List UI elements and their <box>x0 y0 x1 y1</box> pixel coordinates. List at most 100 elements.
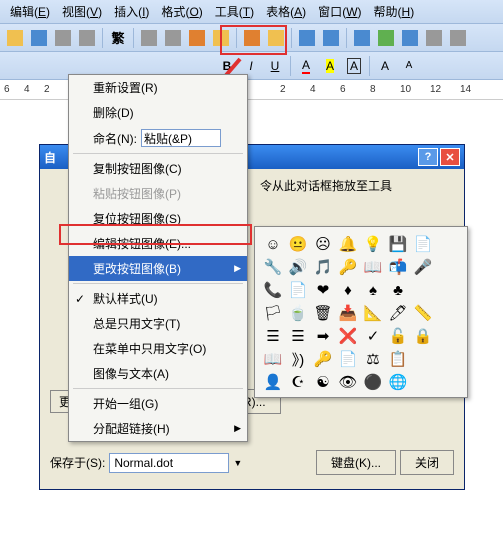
icon-option[interactable]: 🔔 <box>336 233 360 255</box>
icon-option[interactable]: 📋 <box>386 348 410 370</box>
icon-option[interactable]: ✓ <box>361 325 385 347</box>
cm-text-in-menu[interactable]: 在菜单中只用文字(O) <box>69 336 247 361</box>
icon-option[interactable]: 🗑 <box>311 302 335 324</box>
cm-default-style[interactable]: ✓默认样式(U) <box>69 286 247 311</box>
icon-option[interactable]: 🔒 <box>411 325 435 347</box>
cm-reset[interactable]: 重新设置(R) <box>69 75 247 100</box>
cm-image-text[interactable]: 图像与文本(A) <box>69 361 247 386</box>
save-in-input[interactable] <box>109 453 229 473</box>
icon-option[interactable] <box>411 371 435 393</box>
cm-assign-link[interactable]: 分配超链接(H) <box>69 416 247 441</box>
icon-option[interactable]: ☯ <box>311 371 335 393</box>
menu-help[interactable]: 帮助(H) <box>368 1 421 22</box>
icon-option[interactable]: ☰ <box>261 325 285 347</box>
icon-option[interactable]: 🏳 <box>261 302 285 324</box>
icon-option[interactable]: ♣ <box>386 279 410 301</box>
icon-option[interactable]: ☹ <box>311 233 335 255</box>
highlight-button[interactable]: A <box>319 55 341 77</box>
char-border-button[interactable]: A <box>343 55 365 77</box>
icon-option[interactable] <box>436 279 460 301</box>
icon-option[interactable]: 📥 <box>336 302 360 324</box>
icon-option[interactable]: 📖 <box>261 348 285 370</box>
dialog-help-button[interactable]: ? <box>418 148 438 166</box>
brush-button[interactable] <box>265 27 287 49</box>
print-button[interactable] <box>52 27 74 49</box>
paste-special-button[interactable] <box>241 27 263 49</box>
menu-format[interactable]: 格式(O) <box>155 1 208 22</box>
cm-change-icon[interactable]: 更改按钮图像(B) <box>69 256 247 281</box>
icon-option[interactable]: 🎤 <box>411 256 435 278</box>
cut-button[interactable] <box>138 27 160 49</box>
cm-text-only[interactable]: 总是只用文字(T) <box>69 311 247 336</box>
cm-copy-icon[interactable]: 复制按钮图像(C) <box>69 156 247 181</box>
icon-option[interactable]: ♠ <box>361 279 385 301</box>
columns-button[interactable] <box>399 27 421 49</box>
icon-option[interactable] <box>436 348 460 370</box>
icon-option[interactable]: 📞 <box>261 279 285 301</box>
icon-option[interactable]: 📄 <box>286 279 310 301</box>
icon-option[interactable] <box>411 279 435 301</box>
icon-option[interactable]: 📏 <box>411 302 435 324</box>
keyboard-button[interactable]: 键盘(K)... <box>316 450 396 475</box>
paragraph-button[interactable] <box>447 27 469 49</box>
icon-option[interactable] <box>436 302 460 324</box>
preview-button[interactable] <box>76 27 98 49</box>
icon-option[interactable]: ⚫ <box>361 371 385 393</box>
lang-button[interactable]: 繁 <box>107 27 129 49</box>
underline-button[interactable]: U <box>264 55 286 77</box>
drawing-button[interactable] <box>423 27 445 49</box>
icon-option[interactable]: 🎵 <box>311 256 335 278</box>
icon-option[interactable]: ☺ <box>261 233 285 255</box>
grow-font-button[interactable]: A <box>374 55 396 77</box>
icon-option[interactable]: 💡 <box>361 233 385 255</box>
save-button[interactable] <box>28 27 50 49</box>
icon-option[interactable]: 👁 <box>336 371 360 393</box>
icon-option[interactable] <box>436 371 460 393</box>
icon-option[interactable]: 》) <box>286 348 310 370</box>
spreadsheet-button[interactable] <box>375 27 397 49</box>
icon-option[interactable] <box>436 233 460 255</box>
cm-begin-group[interactable]: 开始一组(G) <box>69 391 247 416</box>
close-button[interactable]: 关闭 <box>400 450 454 475</box>
menu-window[interactable]: 窗口(W) <box>312 1 367 22</box>
icon-option[interactable]: 🍵 <box>286 302 310 324</box>
cm-name[interactable]: 命名(N): <box>69 125 247 151</box>
icon-option[interactable]: ♦ <box>336 279 360 301</box>
icon-option[interactable]: 📄 <box>411 233 435 255</box>
icon-option[interactable]: 📬 <box>386 256 410 278</box>
menu-insert[interactable]: 插入(I) <box>108 1 155 22</box>
icon-option[interactable]: 👤 <box>261 371 285 393</box>
icon-option[interactable]: ☪ <box>286 371 310 393</box>
menu-tools[interactable]: 工具(T) <box>209 1 260 22</box>
icon-option[interactable]: 😐 <box>286 233 310 255</box>
icon-option[interactable] <box>436 256 460 278</box>
icon-option[interactable]: 🖊 <box>386 302 410 324</box>
icon-option[interactable]: 📄 <box>336 348 360 370</box>
menu-edit[interactable]: 编辑(E) <box>4 1 56 22</box>
icon-option[interactable]: 🔑 <box>311 348 335 370</box>
icon-option[interactable]: 🔧 <box>261 256 285 278</box>
icon-option[interactable]: 💾 <box>386 233 410 255</box>
table-button[interactable] <box>351 27 373 49</box>
open-button[interactable] <box>4 27 26 49</box>
paste-button[interactable] <box>186 27 208 49</box>
icon-option[interactable]: ⚖ <box>361 348 385 370</box>
icon-option[interactable]: ☰ <box>286 325 310 347</box>
cm-reset-icon[interactable]: 复位按钮图像(S) <box>69 206 247 231</box>
icon-option[interactable]: 🔑 <box>336 256 360 278</box>
menu-view[interactable]: 视图(V) <box>56 1 108 22</box>
icon-option[interactable]: ❤ <box>311 279 335 301</box>
icon-option[interactable]: ➡ <box>311 325 335 347</box>
cm-delete[interactable]: 删除(D) <box>69 100 247 125</box>
menu-table[interactable]: 表格(A) <box>260 1 312 22</box>
font-color-button[interactable]: A <box>295 55 317 77</box>
icon-option[interactable]: ❌ <box>336 325 360 347</box>
dialog-close-button[interactable]: ✕ <box>440 148 460 166</box>
icon-option[interactable] <box>411 348 435 370</box>
cm-edit-icon[interactable]: 编辑按钮图像(E)... <box>69 231 247 256</box>
icon-option[interactable]: 🔓 <box>386 325 410 347</box>
format-painter-button[interactable] <box>210 27 232 49</box>
redo-button[interactable] <box>320 27 342 49</box>
icon-option[interactable] <box>436 325 460 347</box>
cm-name-input[interactable] <box>141 129 221 147</box>
